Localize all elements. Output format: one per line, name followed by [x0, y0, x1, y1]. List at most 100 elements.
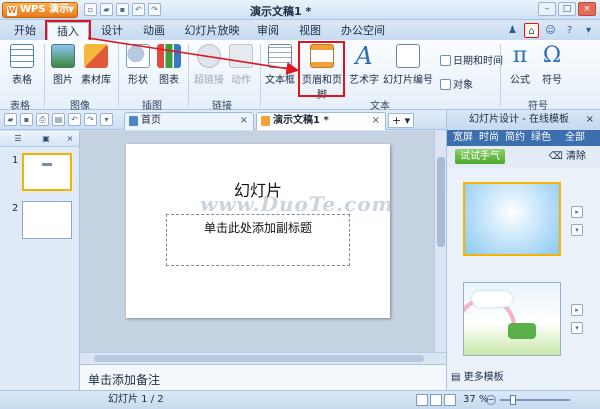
pi-icon: π — [512, 43, 528, 68]
asset-library-button[interactable]: 素材库 — [80, 44, 112, 86]
doc-toolbar: ▰ ▪ ⎙ ▤ ↶ ↷ ▾ — [4, 113, 113, 126]
window-title: 演示文稿1 * — [250, 5, 312, 18]
scrollbar-thumb[interactable] — [94, 355, 424, 362]
notes-pane[interactable]: 单击添加备注 — [80, 364, 446, 390]
chart-button[interactable]: 图表 — [156, 44, 182, 86]
slide-sorter-icon[interactable] — [430, 394, 442, 406]
calendar-icon — [440, 55, 451, 66]
download-template-icon[interactable]: ▾ — [571, 322, 583, 334]
zoom-out-button[interactable]: − — [486, 395, 496, 405]
slide[interactable]: 幻灯片 www.DuoTe.com 单击此处添加副标题 — [126, 144, 393, 318]
asset-library-label: 素材库 — [81, 75, 111, 86]
chevron-down-icon[interactable]: ▾ — [581, 23, 596, 38]
download-template-icon[interactable]: ▾ — [571, 224, 583, 236]
slides-view-icon[interactable]: ▣ — [40, 133, 52, 144]
doc-tab-presentation[interactable]: 演示文稿1 * × — [256, 112, 386, 130]
presentation-file-icon — [261, 116, 270, 126]
customize-icon[interactable]: ▾ — [100, 113, 113, 126]
textbox-button[interactable]: 文本框 — [264, 44, 296, 86]
filter-widescreen[interactable]: 宽屏 — [453, 130, 473, 146]
minimize-button[interactable]: – — [538, 2, 556, 16]
user-icon[interactable]: ☺ — [543, 23, 558, 38]
filter-green[interactable]: 绿色 — [531, 130, 551, 146]
close-icon[interactable]: × — [372, 113, 380, 129]
outline-view-icon[interactable]: ☰ — [12, 133, 24, 144]
tab-bar-tools: ♟ ⌂ ☺ ? ▾ — [505, 23, 596, 38]
tab-review[interactable]: 审阅 — [252, 22, 284, 40]
home-icon[interactable]: ⌂ — [524, 23, 539, 38]
template-thumbnail-1[interactable] — [463, 182, 561, 256]
scrollbar-thumb[interactable] — [437, 157, 445, 247]
omega-icon: Ω — [542, 43, 562, 68]
horizontal-scrollbar[interactable] — [80, 352, 446, 364]
undo-icon[interactable]: ↶ — [68, 113, 81, 126]
maximize-button[interactable]: □ — [558, 2, 576, 16]
help-icon[interactable]: ? — [562, 23, 577, 38]
picture-button[interactable]: 图片 — [50, 44, 76, 86]
save-icon[interactable]: ▪ — [116, 3, 129, 16]
separator — [188, 44, 189, 106]
more-templates-link[interactable]: ▤ 更多模板 — [451, 368, 504, 383]
slide-thumbnail-2[interactable] — [22, 201, 72, 239]
close-icon[interactable]: × — [586, 110, 594, 130]
vertical-scrollbar[interactable] — [434, 131, 446, 353]
redo-icon[interactable]: ↷ — [148, 3, 161, 16]
formula-button[interactable]: π 公式 — [506, 43, 534, 87]
tab-animation[interactable]: 动画 — [138, 22, 170, 40]
new-tab-button[interactable]: + ▾ — [388, 113, 414, 128]
subtitle-placeholder-text: 单击此处添加副标题 — [203, 221, 312, 235]
print-preview-icon[interactable]: ▤ — [52, 113, 65, 126]
textbox-label: 文本框 — [265, 75, 295, 86]
asset-library-icon — [84, 44, 108, 68]
table-icon — [10, 44, 34, 68]
notes-placeholder: 单击添加备注 — [88, 373, 161, 387]
new-file-icon[interactable]: ▫ — [84, 3, 97, 16]
filter-all[interactable]: 全部 — [565, 130, 585, 146]
shapes-button[interactable]: 形状 — [122, 44, 154, 86]
clear-button[interactable]: ⌫ 清除 — [549, 149, 586, 164]
subtitle-placeholder[interactable]: 单击此处添加副标题 — [166, 214, 350, 266]
clear-button-label: 清除 — [566, 151, 586, 162]
tab-home[interactable]: 开始 — [10, 22, 40, 40]
hyperlink-button[interactable]: 超链接 — [192, 44, 226, 86]
table-button[interactable]: 表格 — [8, 44, 36, 86]
tab-office-space[interactable]: 办公空间 — [336, 22, 390, 40]
apply-template-icon[interactable]: ▸ — [571, 206, 583, 218]
open-folder-icon[interactable]: ▰ — [100, 3, 113, 16]
redo-icon[interactable]: ↷ — [84, 113, 97, 126]
undo-icon[interactable]: ↶ — [132, 3, 145, 16]
try-luck-button[interactable]: 试试手气 — [455, 149, 505, 164]
symbol-label: 符号 — [542, 75, 562, 86]
slide-thumbnail-1[interactable] — [22, 153, 72, 191]
apply-template-icon[interactable]: ▸ — [571, 304, 583, 316]
object-button[interactable]: 对象 — [440, 76, 473, 91]
tab-design[interactable]: 设计 — [96, 22, 128, 40]
tab-slideshow[interactable]: 幻灯片放映 — [180, 22, 244, 40]
zoom-slider-handle[interactable] — [510, 395, 516, 405]
save-icon[interactable]: ▪ — [20, 113, 33, 126]
slideshow-view-icon[interactable] — [444, 394, 456, 406]
close-button[interactable]: × — [578, 2, 596, 16]
wordart-button[interactable]: A 艺术字 — [348, 44, 380, 86]
action-label: 动作 — [231, 75, 251, 86]
home-page-icon — [129, 116, 138, 126]
open-folder-icon[interactable]: ▰ — [4, 113, 17, 126]
app-menu-button[interactable]: W WPS 演示 ▼ — [2, 2, 78, 18]
slide-number-button[interactable]: 幻灯片编号 — [382, 44, 434, 86]
view-switcher — [416, 394, 456, 406]
filter-fashion[interactable]: 时尚 — [479, 130, 499, 146]
action-button[interactable]: 动作 — [228, 44, 254, 86]
symbol-button[interactable]: Ω 符号 — [538, 43, 566, 87]
picture-button-label: 图片 — [53, 75, 73, 86]
template-thumbnail-2[interactable] — [463, 282, 561, 356]
tab-view[interactable]: 视图 — [294, 22, 326, 40]
doc-tab-home[interactable]: 首页 × — [124, 112, 254, 130]
more-templates-label: 更多模板 — [463, 372, 504, 383]
date-time-button[interactable]: 日期和时间 — [440, 52, 503, 67]
normal-view-icon[interactable] — [416, 394, 428, 406]
close-icon[interactable]: × — [240, 113, 248, 129]
filter-simple[interactable]: 简约 — [505, 130, 525, 146]
print-icon[interactable]: ⎙ — [36, 113, 49, 126]
close-icon[interactable]: × — [64, 133, 76, 144]
shirt-icon[interactable]: ♟ — [505, 23, 520, 38]
